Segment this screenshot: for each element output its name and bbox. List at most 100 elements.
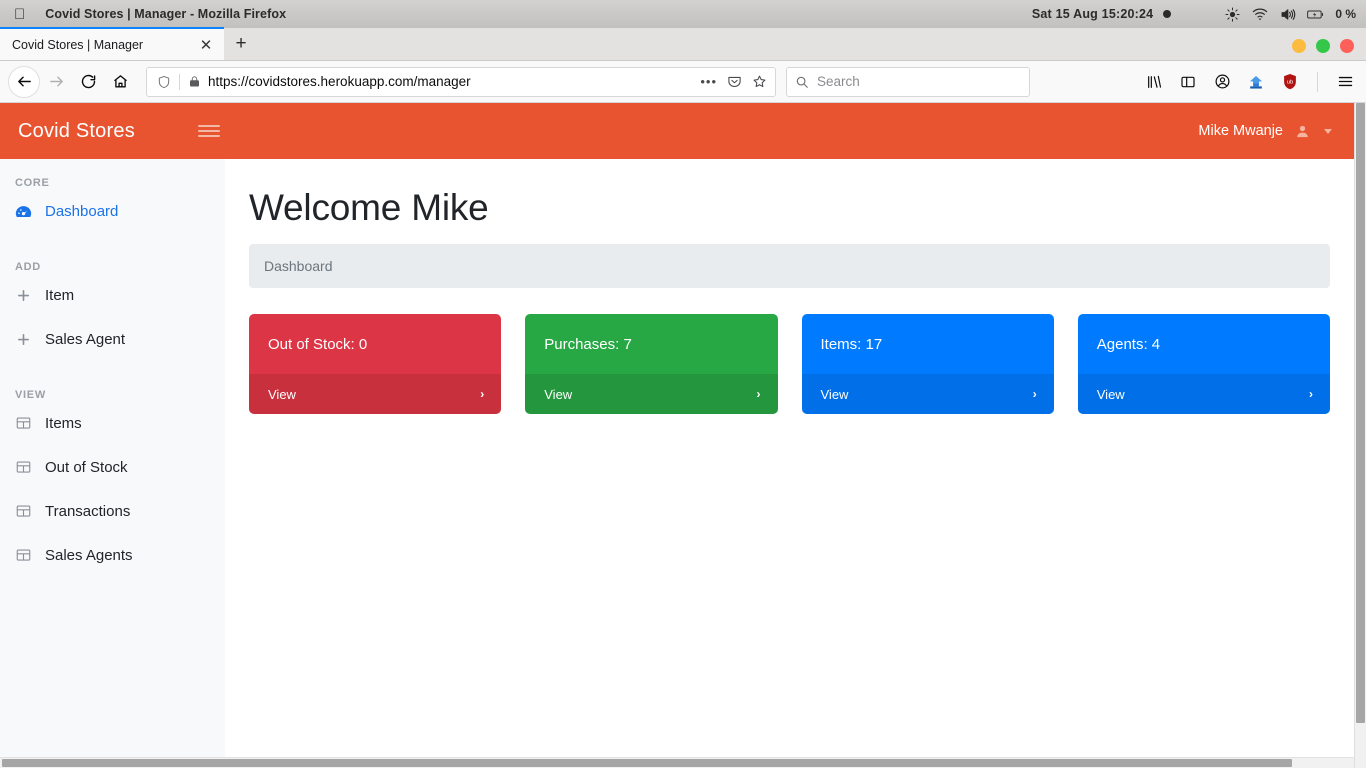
user-name: Mike Mwanje bbox=[1198, 123, 1283, 139]
volume-icon[interactable] bbox=[1279, 6, 1297, 22]
vertical-scrollbar-thumb[interactable] bbox=[1356, 103, 1365, 723]
sidebar-item-items[interactable]: Items bbox=[0, 401, 225, 445]
card-view-link[interactable]: View › bbox=[1077, 374, 1330, 414]
horizontal-scrollbar[interactable] bbox=[0, 757, 1354, 768]
breadcrumb-item: Dashboard bbox=[264, 258, 333, 274]
sidebar-item-label: Transactions bbox=[45, 502, 131, 520]
card-label: Agents: 4 bbox=[1096, 335, 1161, 353]
sidebar-item-label: Item bbox=[45, 286, 75, 304]
sidebar-item-label: Items bbox=[45, 414, 82, 432]
browser-toolbar-icons: ub bbox=[1131, 69, 1358, 95]
home-icon[interactable] bbox=[104, 66, 136, 98]
table-icon bbox=[15, 460, 32, 474]
forward-arrow-icon bbox=[40, 66, 72, 98]
sidebar-icon[interactable] bbox=[1175, 69, 1201, 95]
sidebar-item-add-item[interactable]: Item bbox=[0, 273, 225, 317]
wifi-icon[interactable] bbox=[1251, 6, 1269, 22]
user-avatar-icon bbox=[1295, 124, 1310, 139]
sidebar-item-label: Out of Stock bbox=[45, 458, 128, 476]
horizontal-scrollbar-thumb[interactable] bbox=[2, 759, 1292, 767]
url-action-icons: ••• bbox=[700, 74, 769, 89]
os-top-bar:  Covid Stores | Manager - Mozilla Firef… bbox=[0, 0, 1366, 28]
maximize-button[interactable] bbox=[1316, 39, 1330, 53]
tachometer-icon bbox=[15, 204, 32, 219]
sidebar-item-label: Sales Agents bbox=[45, 546, 133, 564]
chevron-right-icon: › bbox=[756, 387, 761, 401]
sidebar-toggle-icon[interactable] bbox=[197, 125, 220, 137]
browser-tab[interactable]: Covid Stores | Manager ✕ bbox=[0, 27, 224, 60]
stat-card-out-of-stock[interactable]: Out of Stock: 0 View › bbox=[249, 314, 502, 414]
search-icon bbox=[795, 75, 809, 89]
card-view-label: View bbox=[1096, 386, 1125, 402]
url-text[interactable]: https://covidstores.herokuapp.com/manage… bbox=[208, 74, 471, 89]
library-icon[interactable] bbox=[1141, 69, 1167, 95]
system-clock[interactable]: Sat 15 Aug 15:20:24 bbox=[1032, 7, 1153, 21]
hamburger-menu-icon[interactable] bbox=[1332, 69, 1358, 95]
search-bar[interactable]: Search bbox=[786, 66, 1030, 97]
card-view-link[interactable]: View › bbox=[525, 374, 778, 414]
browser-tab-strip: Covid Stores | Manager ✕ + bbox=[0, 27, 1366, 61]
apple-logo-icon[interactable]:  bbox=[14, 7, 25, 22]
system-tray: Sat 15 Aug 15:20:24 0 % bbox=[1032, 6, 1366, 22]
search-input[interactable]: Search bbox=[817, 74, 860, 89]
table-icon bbox=[15, 504, 32, 518]
minimize-button[interactable] bbox=[1292, 39, 1306, 53]
sidebar-item-label: Dashboard bbox=[45, 202, 119, 220]
new-tab-button[interactable]: + bbox=[224, 27, 258, 60]
card-view-link[interactable]: View › bbox=[801, 374, 1054, 414]
page-actions-icon[interactable]: ••• bbox=[700, 74, 717, 89]
recording-indicator-icon bbox=[1163, 10, 1172, 18]
sidebar-heading-view: VIEW bbox=[15, 389, 46, 401]
ublock-origin-icon[interactable]: ub bbox=[1277, 69, 1303, 95]
app-navbar: Covid Stores Mike Mwanje bbox=[0, 103, 1354, 159]
battery-icon[interactable] bbox=[1307, 6, 1325, 22]
close-window-button[interactable] bbox=[1340, 39, 1354, 53]
card-view-label: View bbox=[544, 386, 573, 402]
table-icon bbox=[15, 416, 32, 430]
chevron-right-icon: › bbox=[1309, 387, 1313, 401]
back-arrow-icon[interactable] bbox=[8, 65, 40, 98]
stat-card-agents[interactable]: Agents: 4 View › bbox=[1077, 314, 1330, 414]
sidebar-item-sales-agents[interactable]: Sales Agents bbox=[0, 533, 225, 577]
vertical-scrollbar[interactable] bbox=[1354, 103, 1366, 768]
sidebar-item-transactions[interactable]: Transactions bbox=[0, 489, 225, 533]
app-brand[interactable]: Covid Stores bbox=[18, 120, 135, 143]
plus-icon bbox=[15, 332, 32, 347]
main-content: Welcome Mike Dashboard Out of Stock: 0 V… bbox=[225, 159, 1354, 760]
card-label: Items: 17 bbox=[820, 335, 883, 353]
card-view-label: View bbox=[820, 386, 849, 402]
sidebar-item-label: Sales Agent bbox=[45, 330, 126, 348]
pocket-icon[interactable] bbox=[727, 74, 742, 89]
padlock-icon[interactable] bbox=[184, 75, 204, 88]
page-title: Welcome Mike bbox=[249, 187, 489, 228]
extension-icon[interactable] bbox=[1243, 69, 1269, 95]
web-page: Covid Stores Mike Mwanje CORE Dashboard … bbox=[0, 103, 1366, 768]
sidebar-item-dashboard[interactable]: Dashboard bbox=[0, 189, 225, 233]
brightness-icon[interactable] bbox=[1223, 6, 1241, 22]
star-icon[interactable] bbox=[752, 74, 767, 89]
toolbar-divider bbox=[1317, 71, 1318, 92]
stat-card-purchases[interactable]: Purchases: 7 View › bbox=[525, 314, 778, 414]
card-view-link[interactable]: View › bbox=[249, 374, 502, 414]
battery-percent: 0 % bbox=[1335, 7, 1356, 21]
account-icon[interactable] bbox=[1209, 69, 1235, 95]
sidebar-heading-add: ADD bbox=[15, 261, 41, 273]
stat-card-items[interactable]: Items: 17 View › bbox=[801, 314, 1054, 414]
card-label: Out of Stock: 0 bbox=[268, 335, 368, 353]
chevron-right-icon: › bbox=[480, 387, 485, 401]
window-controls bbox=[1292, 39, 1366, 60]
table-icon bbox=[15, 548, 32, 562]
navbar-user-menu[interactable]: Mike Mwanje bbox=[1198, 123, 1354, 139]
reload-icon[interactable] bbox=[72, 66, 104, 98]
sidebar-heading-core: CORE bbox=[15, 177, 50, 189]
tracking-protection-shield-icon[interactable] bbox=[153, 75, 175, 89]
card-label: Purchases: 7 bbox=[544, 335, 632, 353]
url-bar[interactable]: https://covidstores.herokuapp.com/manage… bbox=[146, 66, 776, 97]
sidebar-item-add-sales-agent[interactable]: Sales Agent bbox=[0, 317, 225, 361]
window-title: Covid Stores | Manager - Mozilla Firefox bbox=[34, 7, 286, 21]
sidebar-item-out-of-stock[interactable]: Out of Stock bbox=[0, 445, 225, 489]
chevron-down-icon bbox=[1324, 128, 1332, 134]
close-tab-icon[interactable]: ✕ bbox=[196, 35, 216, 55]
plus-icon bbox=[15, 288, 32, 303]
card-view-label: View bbox=[268, 386, 296, 402]
